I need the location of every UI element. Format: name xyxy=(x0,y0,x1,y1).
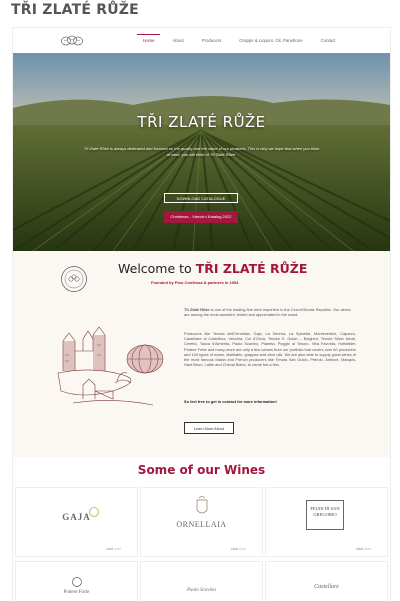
intro-paragraph: Tři Zlaté Růže is one of the leading fin… xyxy=(184,307,356,317)
welcome-prefix: Welcome to xyxy=(118,261,192,276)
nav-menu: Home About Producers Grappe & Liquors, O… xyxy=(134,28,344,54)
website-frame: Home About Producers Grappe & Liquors, O… xyxy=(13,28,390,601)
wine-card-castellare[interactable]: Castellare xyxy=(265,561,388,601)
welcome-heading: Welcome to TŘI ZLATÉ RŮŽE xyxy=(118,261,307,276)
wine-card-ornellaia[interactable]: ORNELLAIA visit >>> xyxy=(140,487,263,557)
rose-logo-icon[interactable] xyxy=(60,35,84,47)
castle-barrel-sketch xyxy=(57,326,164,406)
contact-prompt: So feel free to get in contact for more … xyxy=(184,399,277,404)
welcome-brand: TŘI ZLATÉ RŮŽE xyxy=(195,261,308,276)
rose-stamp-icon xyxy=(61,266,87,292)
feudi-logo: FEUDI DI SAN GREGORIO xyxy=(310,506,340,517)
download-catalogue-button[interactable]: DOWNLOAD CATALOGUE xyxy=(164,193,238,203)
wine-card-gaja[interactable]: GAJA visit >>> xyxy=(15,487,138,557)
wine-card-feudi[interactable]: FEUDI DI SAN GREGORIO visit >>> xyxy=(265,487,388,557)
nav-item-contact[interactable]: Contact xyxy=(312,28,345,54)
visit-link[interactable]: visit >>> xyxy=(106,546,121,551)
podere-forte-logo: Podere Forte xyxy=(63,590,90,595)
wines-heading: Some of our Wines xyxy=(137,463,266,477)
intro-text: is one of the leading fine wine importer… xyxy=(184,307,351,318)
scavino-logo: Paolo Scavino xyxy=(186,588,217,593)
hero-title: TŘI ZLATÉ RŮŽE xyxy=(137,113,266,131)
gaja-logo: GAJA xyxy=(62,512,91,522)
top-nav: Home About Producers Grappe & Liquors, O… xyxy=(13,28,390,54)
ornellaia-logo: ORNELLAIA xyxy=(176,520,227,529)
christmas-catalogue-button[interactable]: Christmas - Vánoční Katalog 2022 xyxy=(164,211,238,223)
founded-text: Founded by Pino Confessa & partners in 1… xyxy=(151,280,239,285)
visit-link[interactable]: visit >>> xyxy=(356,546,371,551)
visit-link[interactable]: visit >>> xyxy=(231,546,246,551)
ornellaia-crest-icon xyxy=(196,496,208,514)
nav-item-about[interactable]: About xyxy=(163,28,192,54)
wine-card-podere-forte[interactable]: Podere Forte xyxy=(15,561,138,601)
podere-forte-crest-icon xyxy=(72,577,82,587)
wine-card-scavino[interactable]: Paolo Scavino xyxy=(140,561,263,601)
producers-paragraph: Producers like Tenuta dell'Ornellaia, Ga… xyxy=(184,331,356,368)
nav-item-producers[interactable]: Producers xyxy=(193,28,231,54)
hero-banner: TŘI ZLATÉ RŮŽE Tři Zlaté Růže is always … xyxy=(13,53,390,251)
gaja-emblem-icon xyxy=(89,507,99,517)
nav-item-grappe[interactable]: Grappe & Liquors, Oil, Panettone xyxy=(230,28,311,54)
nav-item-home[interactable]: Home xyxy=(134,28,163,54)
welcome-section: Welcome to TŘI ZLATÉ RŮŽE Founded by Pin… xyxy=(13,251,390,457)
hero-text: Tři Zlaté Růže is always dedicated and f… xyxy=(83,146,320,157)
castellare-logo: Castellare xyxy=(314,584,339,590)
page-title: TŘI ZLATÉ RŮŽE xyxy=(11,2,139,18)
learn-more-button[interactable]: Learn More About xyxy=(184,422,234,434)
feudi-logo-box: FEUDI DI SAN GREGORIO xyxy=(306,500,344,530)
